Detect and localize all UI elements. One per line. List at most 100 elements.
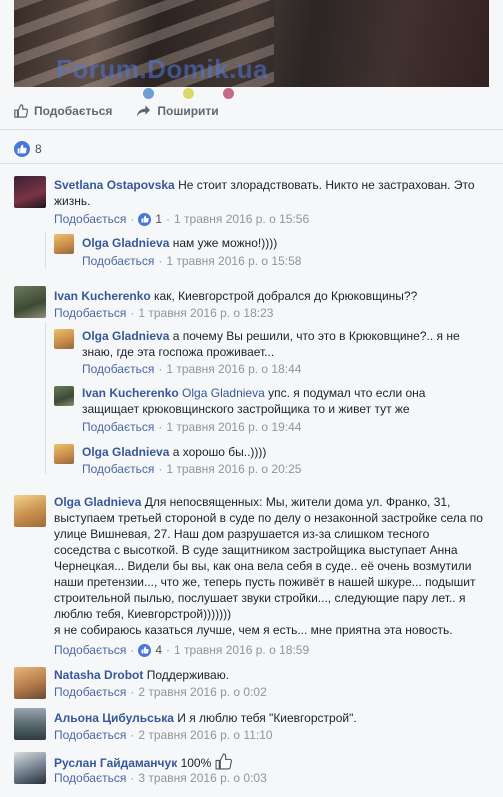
comment-like-link[interactable]: Подобається [54,685,126,699]
comment-like-link[interactable]: Подобається [54,306,126,320]
post-like-label: Подобається [34,104,113,118]
comment-timestamp[interactable]: 1 травня 2016 р. о 18:44 [166,362,301,376]
comment-text: нам уже можно!)))) [172,236,278,250]
avatar[interactable] [14,176,46,208]
comment-timestamp[interactable]: 1 травня 2016 р. о 15:58 [166,254,301,268]
comment-author[interactable]: Olga Gladnieva [82,329,169,343]
like-count: 8 [35,142,42,156]
meta-separator: · [130,306,135,320]
comment-meta: Подобається · 1 · 1 травня 2016 р. о 15:… [54,212,309,226]
comment-body: Olga Gladnieva а хорошо бы..)))) [82,444,482,460]
meta-separator: · [130,728,135,742]
comment-meta: Подобається · 1 травня 2016 р. о 19:44 [82,420,301,434]
divider [0,129,503,130]
comment-timestamp[interactable]: 2 травня 2016 р. о 0:02 [138,685,266,699]
comment-meta: Подобається · 3 травня 2016 р. о 0:03 [54,771,267,785]
comment-author[interactable]: Svetlana Ostapovska [54,178,175,192]
post-share-button[interactable]: Поширити [136,104,219,118]
avatar[interactable] [54,329,74,349]
meta-separator: · [166,643,171,657]
meta-separator: · [130,685,135,699]
comment-author[interactable]: Альона Цибульська [54,711,174,725]
meta-separator: · [166,212,171,226]
comment-like-count: 1 [155,212,163,226]
comment-author[interactable]: Ivan Kucherenko [82,386,179,400]
comment-author[interactable]: Olga Gladnieva [82,236,169,250]
reply-thread-line [45,231,46,269]
comment-text: И я люблю тебя "Киевгорстрой". [177,711,357,725]
avatar[interactable] [54,444,74,464]
comment-timestamp[interactable]: 1 травня 2016 р. о 18:59 [174,643,309,657]
post-actions: Подобається Поширити [14,104,219,118]
comment-meta: Подобається · 2 травня 2016 р. о 0:02 [54,685,267,699]
like-badge-icon [14,141,30,157]
comment-body: Ivan Kucherenko Olga Gladnieva упс. я по… [82,385,482,417]
meta-separator: · [158,462,163,476]
comment-author[interactable]: Natasha Drobot [54,668,143,682]
comment-like-link[interactable]: Подобається [82,254,154,268]
post-photo[interactable]: Forum.Domik.ua [14,0,489,87]
divider [0,163,503,164]
comment-text: Поддерживаю. [146,668,230,682]
comment-body: Olga Gladnieva а почему Вы решили, что э… [82,328,482,360]
comment-timestamp[interactable]: 1 травня 2016 р. о 18:23 [138,306,273,320]
comment-body: Ivan Kucherenko как, Киевгорстрой добрал… [54,288,484,304]
meta-separator: · [130,771,135,785]
comment-author[interactable]: Ivan Kucherenko [54,289,151,303]
post-like-button[interactable]: Подобається [14,104,112,118]
like-count-icon [138,643,152,657]
carousel-dot-1[interactable] [143,88,154,99]
meta-separator: · [130,643,135,657]
comment-like-link[interactable]: Подобається [82,420,154,434]
comment-like-link[interactable]: Подобається [54,771,126,785]
comment-meta: Подобається · 1 травня 2016 р. о 18:44 [82,362,301,376]
comment-meta: Подобається · 1 травня 2016 р. о 15:58 [82,254,301,268]
avatar[interactable] [54,386,74,406]
comment-body: Olga Gladnieva нам уже можно!)))) [82,235,482,251]
like-summary[interactable]: 8 [14,141,42,157]
comment-timestamp[interactable]: 3 травня 2016 р. о 0:03 [138,771,266,785]
carousel-dot-3[interactable] [223,88,234,99]
avatar[interactable] [14,495,46,527]
avatar[interactable] [14,667,46,699]
avatar[interactable] [54,234,74,254]
comment-author[interactable]: Olga Gladnieva [82,445,169,459]
avatar[interactable] [14,708,46,740]
carousel-dot-2[interactable] [183,88,194,99]
comment-meta: Подобається · 1 травня 2016 р. о 18:23 [54,306,273,320]
comment-like-link[interactable]: Подобається [54,728,126,742]
comment-body: Olga Gladnieva Для непосвященных: Мы, жи… [54,494,486,638]
comment-like-link[interactable]: Подобається [54,643,126,657]
avatar[interactable] [14,286,46,318]
comment-body: Руслан Гайдаманчук 100% [54,753,484,771]
comment-like-link[interactable]: Подобається [82,462,154,476]
comment-body: Альона Цибульська И я люблю тебя "Киевго… [54,710,484,726]
meta-separator: · [158,362,163,376]
meta-separator: · [158,420,163,434]
comment-like-link[interactable]: Подобається [54,212,126,226]
comment-text: как, Киевгорстрой добрался до Крюковщины… [154,289,418,303]
comment-timestamp[interactable]: 2 травня 2016 р. о 11:10 [138,728,272,742]
comment-text: а хорошо бы..)))) [172,445,267,459]
post-share-label: Поширити [157,104,219,118]
comment-author[interactable]: Olga Gladnieva [54,495,141,509]
comment-like-count: 4 [155,643,163,657]
reply-thread-line [45,322,46,474]
meta-separator: · [158,254,163,268]
comment-body: Natasha Drobot Поддерживаю. [54,667,484,683]
comment-meta: Подобається · 2 травня 2016 р. о 11:10 [54,728,273,742]
comment-meta: Подобається · 4 · 1 травня 2016 р. о 18:… [54,643,309,657]
comment-timestamp[interactable]: 1 травня 2016 р. о 15:56 [174,212,309,226]
comment-author[interactable]: Руслан Гайдаманчук [54,756,177,770]
thumbs-up-icon [14,104,28,118]
photo-watermark: Forum.Domik.ua [56,54,269,84]
avatar[interactable] [14,752,46,784]
meta-separator: · [130,212,135,226]
comment-like-link[interactable]: Подобається [82,362,154,376]
comment-timestamp[interactable]: 1 травня 2016 р. о 20:25 [166,462,301,476]
like-count-icon [138,212,152,226]
comment-text: 100% [180,756,212,770]
comment-mention[interactable]: Olga Gladnieva [182,386,265,400]
comment-timestamp[interactable]: 1 травня 2016 р. о 19:44 [166,420,301,434]
comment-text-continued: я не собираюсь казаться лучше, чем я ест… [54,623,453,637]
